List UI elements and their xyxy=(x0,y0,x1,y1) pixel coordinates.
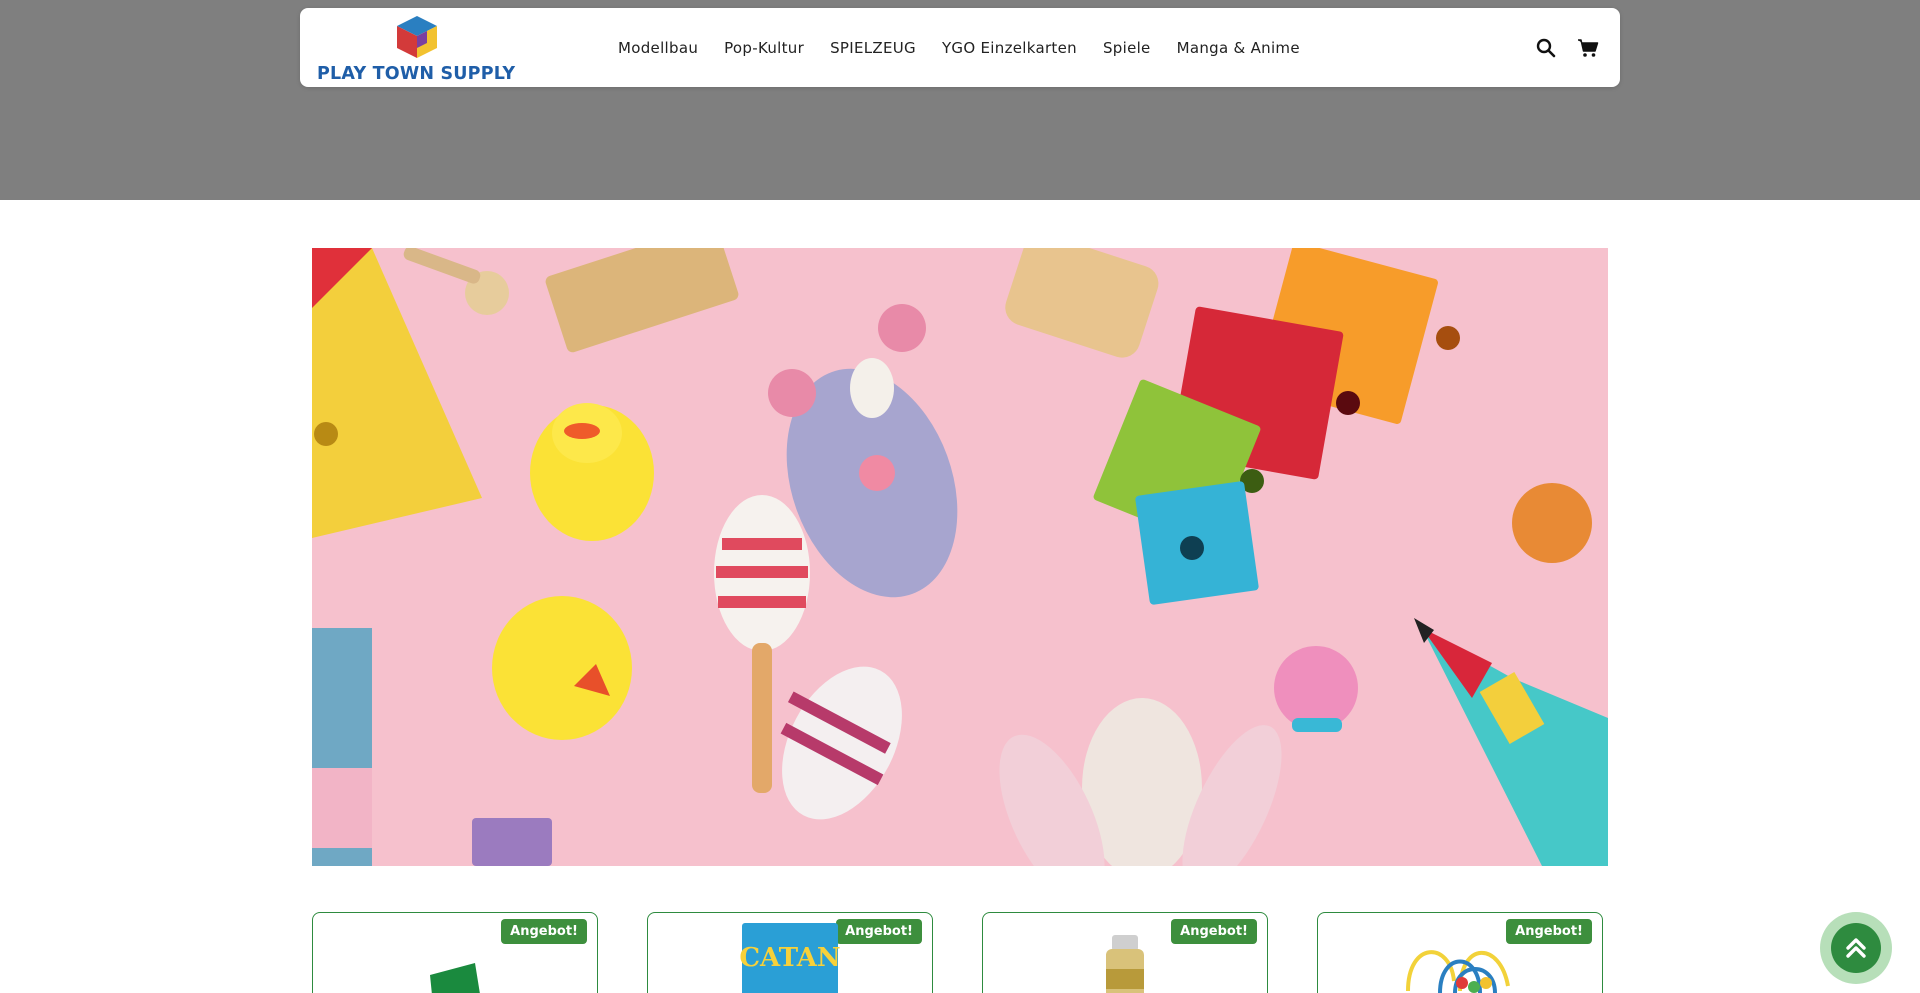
nav-item-spielzeug[interactable]: SPIELZEUG xyxy=(830,39,916,57)
cart-icon xyxy=(1578,38,1599,57)
site-logo[interactable]: PLAY TOWN SUPPLY xyxy=(317,14,517,84)
search-icon xyxy=(1536,38,1556,57)
chevron-double-up-icon xyxy=(1846,938,1866,958)
product-thumbnail: CATAN xyxy=(739,923,841,993)
sale-badge: Angebot! xyxy=(1171,919,1257,944)
nav-item-modellbau[interactable]: Modellbau xyxy=(618,39,698,57)
product-card[interactable]: Angebot! CATAN xyxy=(647,912,933,993)
site-header: PLAY TOWN SUPPLY Modellbau Pop-Kultur SP… xyxy=(300,8,1620,87)
nav-item-spiele[interactable]: Spiele xyxy=(1103,39,1151,57)
search-button[interactable] xyxy=(1530,32,1562,64)
cart-button[interactable] xyxy=(1572,32,1604,64)
sale-badge: Angebot! xyxy=(836,919,922,944)
product-card[interactable]: Angebot! xyxy=(312,912,598,993)
main-navigation: Modellbau Pop-Kultur SPIELZEUG YGO Einze… xyxy=(618,8,1326,87)
hero-banner[interactable] xyxy=(312,248,1608,866)
scroll-to-top-circle xyxy=(1831,923,1881,973)
nav-item-ygo-einzelkarten[interactable]: YGO Einzelkarten xyxy=(942,39,1077,57)
header-actions xyxy=(1520,8,1604,87)
nav-item-pop-kultur[interactable]: Pop-Kultur xyxy=(724,39,804,57)
product-thumbnail xyxy=(430,963,480,993)
product-card[interactable]: Angebot! xyxy=(982,912,1268,993)
brand-name: PLAY TOWN SUPPLY xyxy=(317,64,516,84)
hero-image xyxy=(312,248,1608,866)
sale-badge: Angebot! xyxy=(501,919,587,944)
nav-item-manga-anime[interactable]: Manga & Anime xyxy=(1177,39,1300,57)
scroll-to-top-button[interactable] xyxy=(1820,912,1892,984)
product-grid: Angebot! Angebot! CATAN Angebot! Angebot… xyxy=(312,912,1608,993)
product-thumbnail-text: CATAN xyxy=(739,943,841,973)
product-thumbnail xyxy=(1106,935,1144,993)
logo-cube-icon xyxy=(397,16,437,58)
product-card[interactable]: Angebot! xyxy=(1317,912,1603,993)
product-thumbnail xyxy=(1406,950,1510,993)
